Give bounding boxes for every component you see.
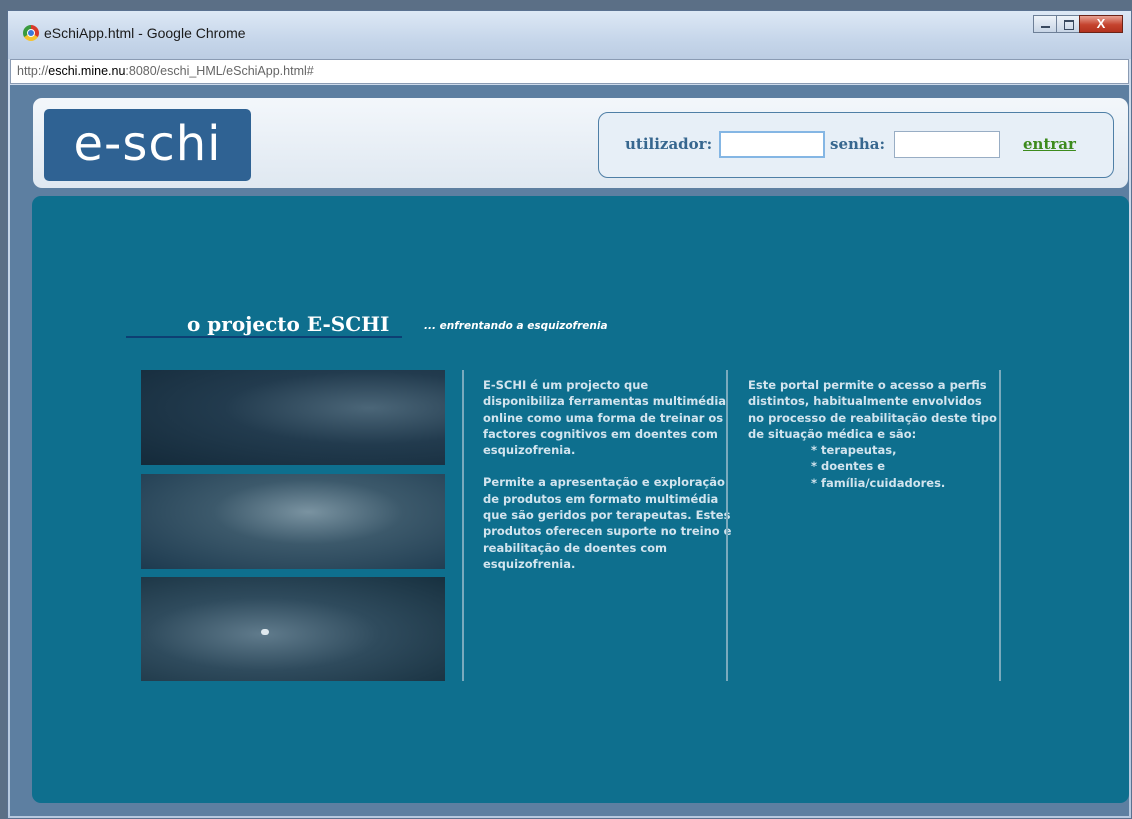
column-divider — [726, 370, 728, 681]
profile-item: * doentes e — [811, 459, 886, 474]
maximize-button[interactable] — [1056, 15, 1080, 33]
column-divider — [999, 370, 1001, 681]
description-paragraph-2: Permite a apresentação e exploração de p… — [483, 475, 732, 571]
password-input[interactable] — [894, 131, 1000, 158]
decorative-image-bottom — [141, 577, 445, 681]
page-viewport: e-schi utilizador: senha: entrar o proje… — [10, 85, 1129, 816]
minimize-button[interactable] — [1033, 15, 1057, 33]
title-underline — [126, 336, 402, 338]
url-prefix: http:// — [17, 64, 49, 78]
page-title: o projecto E-SCHI — [187, 312, 390, 336]
window-title: eSchiApp.html - Google Chrome — [44, 25, 246, 41]
close-button[interactable]: X — [1079, 15, 1123, 33]
description-column: E-SCHI é um projecto que disponibiliza f… — [483, 377, 733, 588]
decorative-image-middle — [141, 474, 445, 569]
column-divider — [462, 370, 464, 681]
browser-window: eSchiApp.html - Google Chrome X http://e… — [7, 10, 1132, 819]
username-label: utilizador: — [625, 135, 713, 153]
username-input[interactable] — [719, 131, 825, 158]
image-strip — [141, 370, 445, 681]
password-label: senha: — [830, 135, 886, 153]
profile-item: * família/cuidadores. — [811, 475, 946, 490]
description-paragraph-1: E-SCHI é um projecto que disponibiliza f… — [483, 378, 727, 458]
site-logo[interactable]: e-schi — [44, 109, 251, 181]
page-subtitle: ... enfrentando a esquizofrenia — [424, 320, 608, 332]
window-controls: X — [1033, 15, 1123, 33]
profiles-intro: Este portal permite o acesso a perfis di… — [748, 378, 997, 441]
title-bar: eSchiApp.html - Google Chrome X — [8, 11, 1131, 59]
site-header: e-schi utilizador: senha: entrar — [33, 98, 1128, 188]
url-host: eschi.mine.nu — [48, 64, 126, 78]
profiles-column: Este portal permite o acesso a perfis di… — [748, 377, 998, 491]
login-box: utilizador: senha: entrar — [598, 112, 1114, 178]
page-background: e-schi utilizador: senha: entrar o proje… — [10, 85, 1129, 816]
login-link[interactable]: entrar — [1023, 135, 1076, 153]
address-bar[interactable]: http://eschi.mine.nu:8080/eschi_HML/eSch… — [10, 59, 1129, 84]
chrome-icon — [23, 25, 39, 41]
url-path: :8080/eschi_HML/eSchiApp.html# — [125, 64, 314, 78]
decorative-image-top — [141, 370, 445, 465]
main-content: o projecto E-SCHI ... enfrentando a esqu… — [32, 196, 1129, 803]
profile-item: * terapeutas, — [811, 443, 897, 458]
